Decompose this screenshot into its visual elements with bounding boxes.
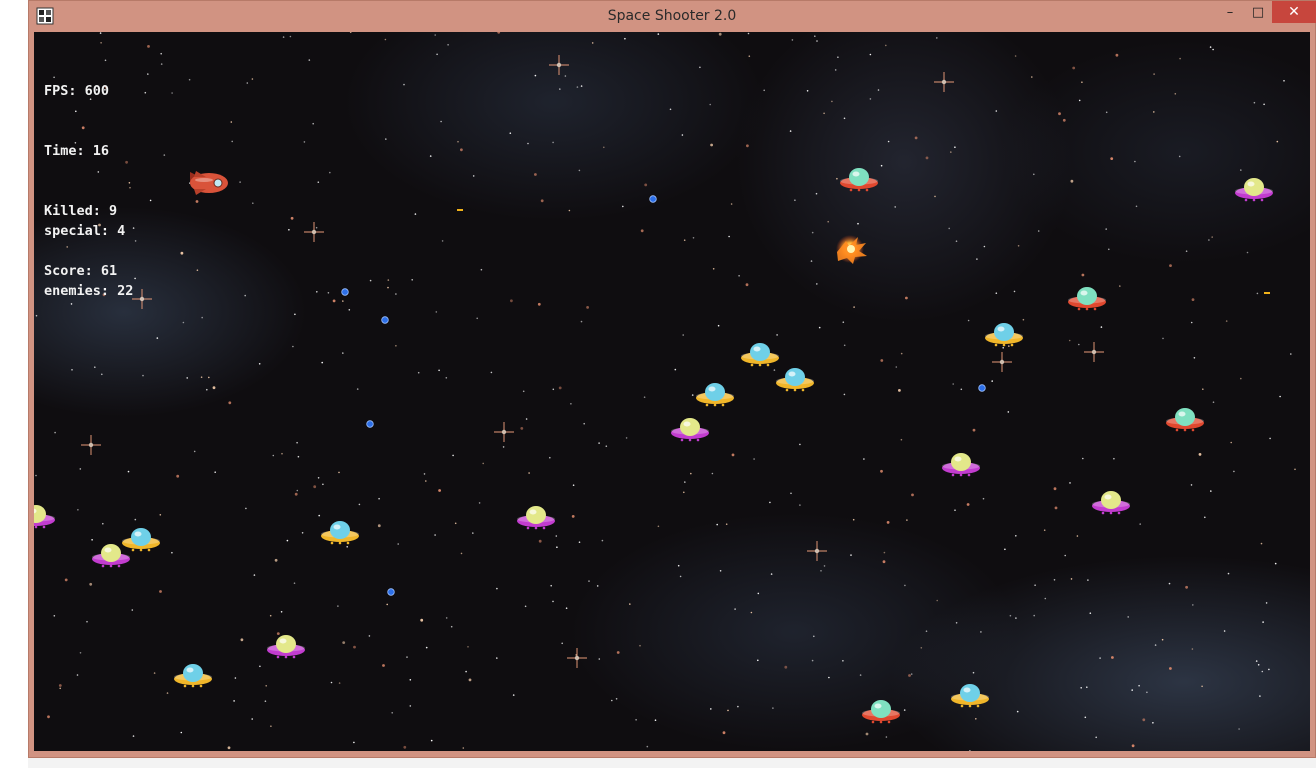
enemy-ufo [34,505,55,529]
enemy-bullet [381,316,389,324]
enemy-ufo [267,635,305,659]
enemy-bullet [341,288,349,296]
enemy-ufo [1235,178,1273,202]
enemy-ufo [951,684,989,708]
hud-fps: FPS: 600 [44,83,110,99]
player-laser [1264,292,1270,294]
enemy-ufo [92,544,130,568]
enemy-ufo [122,528,160,552]
game-window: Space Shooter 2.0 – □ ✕ FPS: 600 Time: 1… [28,0,1316,758]
enemy-ufo [942,453,980,477]
enemy-ufo [862,700,900,724]
enemy-ufo [174,664,212,688]
player-rocket-icon [190,171,228,195]
enemy-ufo [776,368,814,392]
close-button[interactable]: ✕ [1272,1,1316,23]
enemy-ufo [696,383,734,407]
game-canvas[interactable]: FPS: 600 Time: 16 Killed: 9 Score: 61 sp… [34,32,1310,751]
minimize-button[interactable]: – [1217,1,1243,23]
enemy-ufo [517,506,555,530]
enemy-ufo [321,521,359,545]
enemy-ufo [1068,287,1106,311]
hud-enemies: enemies: 22 [44,283,134,299]
title-bar[interactable]: Space Shooter 2.0 – □ ✕ [29,1,1316,32]
enemy-bullet [387,588,395,596]
enemy-ufo [985,323,1023,347]
enemy-ufo [741,343,779,367]
taskbar-strip [28,758,1316,768]
enemy-ufo [671,418,709,442]
hud-special: special: 4 [44,223,126,239]
game-sprites [34,168,1273,724]
enemy-bullet [366,420,374,428]
enemy-bullet [978,384,986,392]
player-laser [457,209,463,211]
window-title: Space Shooter 2.0 [607,8,737,24]
enemy-ufo [1166,408,1204,432]
enemy-bullet [649,195,657,203]
enemy-ufo [1092,491,1130,515]
hud-time: Time: 16 [44,143,110,159]
hud-counts: special: 4 enemies: 22 [44,181,133,341]
enemy-ufo [840,168,878,192]
maximize-button[interactable]: □ [1245,1,1271,23]
explosion-icon [836,235,867,264]
